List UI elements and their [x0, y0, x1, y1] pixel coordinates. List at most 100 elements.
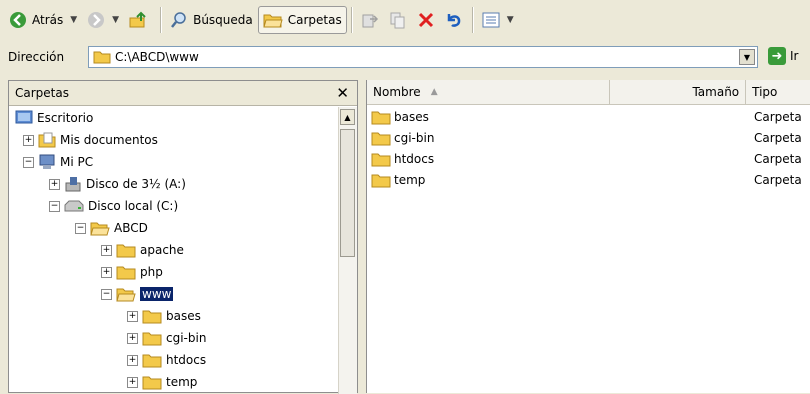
folder-icon [142, 376, 162, 390]
tree-item-label: bases [166, 309, 201, 323]
tree-item-label: Disco de 3½ (A:) [86, 177, 186, 191]
vertical-scrollbar[interactable]: ▲ [338, 107, 357, 394]
folder-icon [93, 51, 111, 64]
back-dropdown-icon[interactable]: ▼ [70, 15, 77, 25]
tree-item-label: php [140, 265, 163, 279]
views-button[interactable]: ▼ [477, 6, 519, 34]
close-pane-icon[interactable]: ✕ [336, 85, 349, 101]
tree-item-label: Escritorio [37, 111, 94, 125]
back-button[interactable]: Atrás ▼ [4, 6, 82, 34]
undo-icon [447, 14, 461, 27]
tree-item-label: apache [140, 243, 184, 257]
tree-item-www[interactable]: − www [101, 283, 174, 305]
forward-arrow-icon [88, 12, 105, 28]
tree-item-label: Disco local (C:) [88, 199, 179, 213]
expand-plus-icon[interactable]: + [101, 244, 112, 256]
folder-icon [371, 153, 391, 166]
folders-button[interactable]: Carpetas [257, 6, 347, 34]
expand-plus-icon[interactable]: + [101, 266, 112, 278]
expand-plus-icon[interactable]: + [49, 178, 60, 190]
folders-label: Carpetas [287, 13, 342, 27]
hard-drive-icon [64, 200, 84, 212]
address-path: C:\ABCD\www [115, 50, 199, 64]
file-row[interactable]: temp Carpeta [367, 169, 810, 190]
column-header-name[interactable]: Nombre ▲ [367, 80, 611, 104]
address-bar: Dirección C:\ABCD\www ▼ ➜ Ir [0, 42, 810, 72]
column-header-size[interactable]: Tamaño [610, 80, 747, 104]
tree-item-bases[interactable]: + bases [127, 305, 201, 327]
folder-icon [142, 354, 162, 368]
delete-button[interactable] [412, 6, 440, 34]
folders-pane: Carpetas ✕ Escritorio + Mis documentos −… [8, 80, 358, 394]
expand-plus-icon[interactable]: + [23, 134, 34, 146]
expand-plus-icon[interactable]: + [127, 376, 138, 388]
collapse-minus-icon[interactable]: − [23, 156, 34, 168]
copy-to-button[interactable] [384, 6, 412, 34]
scroll-thumb[interactable] [340, 129, 355, 257]
scroll-up-button[interactable]: ▲ [340, 109, 355, 125]
collapse-minus-icon[interactable]: − [49, 200, 60, 212]
expand-plus-icon[interactable]: + [127, 354, 138, 366]
folders-pane-header: Carpetas ✕ [9, 81, 357, 106]
tree-item-local-disk[interactable]: − Disco local (C:) [49, 195, 178, 217]
tree-item-label: Mi PC [60, 155, 94, 169]
file-type: Carpeta [754, 172, 802, 187]
expand-plus-icon[interactable]: + [127, 332, 138, 344]
folder-icon [371, 132, 391, 145]
tree-item-floppy[interactable]: + Disco de 3½ (A:) [49, 173, 186, 195]
folder-icon [116, 266, 136, 280]
expand-plus-icon[interactable]: + [127, 310, 138, 322]
move-to-button[interactable] [356, 6, 384, 34]
tree-item-cgi-bin[interactable]: + cgi-bin [127, 327, 206, 349]
tree-item-apache[interactable]: + apache [101, 239, 184, 261]
go-button[interactable]: ➜ Ir [768, 47, 798, 65]
forward-dropdown-icon[interactable]: ▼ [112, 15, 119, 25]
file-row[interactable]: htdocs Carpeta [367, 148, 810, 169]
file-list-pane: Nombre ▲ Tamaño Tipo bases Carpeta cgi-b… [366, 80, 810, 393]
views-dropdown-icon[interactable]: ▼ [507, 15, 514, 25]
tree-item-htdocs[interactable]: + htdocs [127, 349, 206, 371]
search-label: Búsqueda [193, 13, 253, 27]
documents-folder-icon [38, 132, 56, 148]
tree-item-label: Mis documentos [60, 133, 158, 147]
forward-button[interactable]: ▼ [82, 6, 124, 34]
tree-item-label: cgi-bin [166, 331, 207, 345]
file-name: bases [394, 109, 429, 124]
tree-item-label: ABCD [114, 221, 148, 235]
move-to-icon [362, 14, 378, 28]
address-dropdown-button[interactable]: ▼ [739, 49, 755, 65]
folder-icon [142, 310, 162, 324]
back-arrow-icon [10, 12, 26, 28]
folder-icon [116, 244, 136, 258]
open-folder-icon [90, 222, 110, 236]
folder-icon [142, 332, 162, 346]
file-row[interactable]: bases Carpeta [367, 106, 810, 127]
up-folder-button[interactable] [124, 6, 152, 34]
address-input[interactable]: C:\ABCD\www ▼ [88, 46, 758, 68]
collapse-minus-icon[interactable]: − [75, 222, 86, 234]
column-header-type[interactable]: Tipo [746, 80, 810, 104]
open-folder-icon [116, 288, 136, 302]
folders-pane-title: Carpetas [15, 86, 69, 100]
tree-item-escritorio[interactable]: Escritorio [15, 107, 93, 129]
folder-icon [371, 174, 391, 187]
file-type: Carpeta [754, 151, 802, 166]
column-name-label: Nombre [373, 85, 421, 99]
file-row[interactable]: cgi-bin Carpeta [367, 127, 810, 148]
toolbar-separator [350, 7, 352, 33]
folders-icon [263, 14, 283, 28]
search-button[interactable]: Búsqueda [165, 6, 258, 34]
file-name-cell: htdocs [367, 151, 603, 167]
undo-button[interactable] [440, 6, 468, 34]
tree-item-abcd[interactable]: − ABCD [75, 217, 148, 239]
file-name: htdocs [394, 151, 435, 166]
collapse-minus-icon[interactable]: − [101, 288, 112, 300]
file-name: temp [394, 172, 426, 187]
tree-item-php[interactable]: + php [101, 261, 163, 283]
tree-item-label: temp [166, 375, 198, 389]
tree-item-mi-pc[interactable]: − Mi PC [23, 151, 93, 173]
back-label: Atrás [32, 13, 64, 27]
tree-item-mis-documentos[interactable]: + Mis documentos [23, 129, 158, 151]
tree-item-temp[interactable]: + temp [127, 371, 197, 393]
toolbar-separator [471, 7, 473, 33]
